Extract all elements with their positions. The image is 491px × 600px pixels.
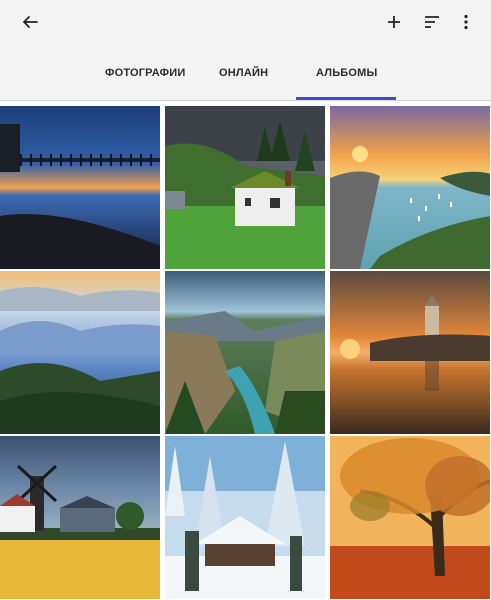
- back-button[interactable]: [16, 8, 44, 36]
- sort-icon: [425, 16, 439, 28]
- tabs-divider: [0, 100, 491, 101]
- tab-photos[interactable]: ФОТОГРАФИИ: [105, 67, 185, 79]
- photo-tile-snow-cabin[interactable]: [165, 436, 325, 599]
- sort-button[interactable]: [418, 8, 446, 36]
- photo-tile-foggy-hills[interactable]: [0, 271, 160, 434]
- photo-tile-bay-sunset[interactable]: [330, 106, 490, 269]
- more-options-button[interactable]: [452, 8, 480, 36]
- photo-tile-grass-roof-house[interactable]: [165, 106, 325, 269]
- photo-grid: [0, 103, 491, 600]
- photo-tile-windmill-field[interactable]: [0, 436, 160, 599]
- more-vert-icon: [464, 14, 468, 30]
- app-bar: ФОТОГРАФИИ ОНЛАЙН АЛЬБОМЫ: [0, 0, 491, 101]
- photo-tile-castle-lake[interactable]: [330, 271, 490, 434]
- add-button[interactable]: [380, 8, 408, 36]
- photo-tile-autumn-tree[interactable]: [330, 436, 490, 599]
- arrow-back-icon: [23, 16, 38, 28]
- tab-bar: ФОТОГРАФИИ ОНЛАЙН АЛЬБОМЫ: [0, 56, 491, 101]
- photo-tile-pier-dusk[interactable]: [0, 106, 160, 269]
- tab-albums[interactable]: АЛЬБОМЫ: [316, 67, 378, 79]
- add-icon: [388, 16, 400, 28]
- tab-online[interactable]: ОНЛАЙН: [219, 67, 268, 79]
- photo-tile-river-canyon[interactable]: [165, 271, 325, 434]
